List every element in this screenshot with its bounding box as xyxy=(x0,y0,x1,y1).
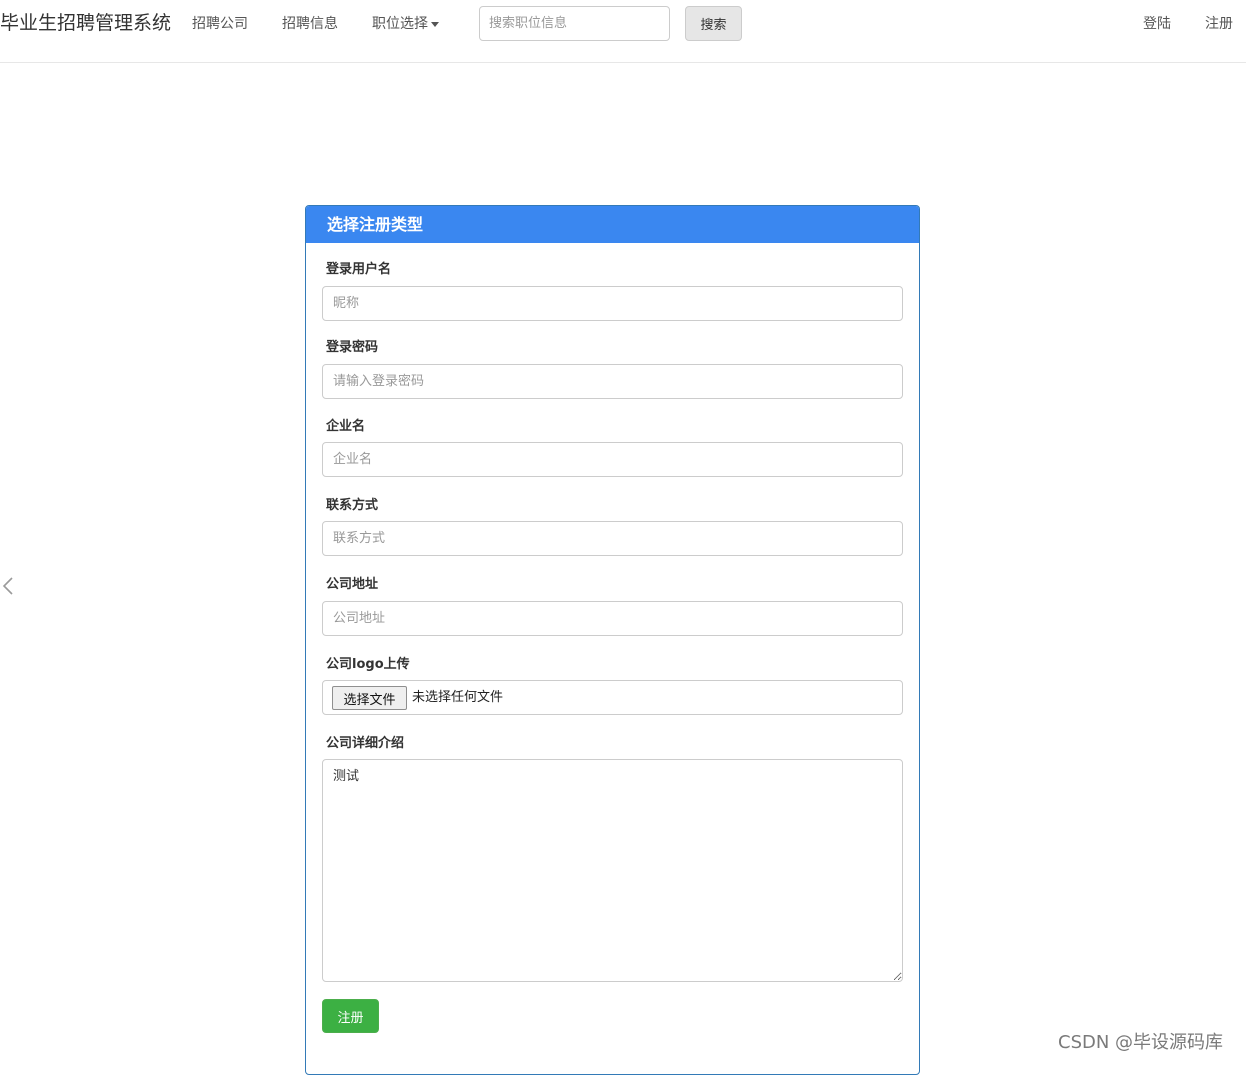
register-link[interactable]: 注册 xyxy=(1205,14,1233,34)
password-input[interactable] xyxy=(322,364,903,399)
logo-file-input[interactable]: 选择文件 未选择任何文件 xyxy=(322,680,903,715)
chevron-left-icon[interactable] xyxy=(2,577,13,595)
login-link[interactable]: 登陆 xyxy=(1143,14,1171,34)
contact-input[interactable] xyxy=(322,521,903,556)
brand-title[interactable]: 毕业生招聘管理系统 xyxy=(0,10,171,36)
nav-link-recruiting-info[interactable]: 招聘信息 xyxy=(282,14,338,34)
search-input[interactable] xyxy=(479,6,670,41)
company-name-input[interactable] xyxy=(322,442,903,477)
nav-dropdown-label: 职位选择 xyxy=(372,16,428,32)
company-name-label: 企业名 xyxy=(326,419,366,434)
nav-dropdown-position-select[interactable]: 职位选择 xyxy=(372,14,439,34)
contact-label: 联系方式 xyxy=(326,498,379,513)
choose-file-button[interactable]: 选择文件 xyxy=(332,686,407,710)
nav-link-recruiting-companies[interactable]: 招聘公司 xyxy=(192,14,248,34)
registration-panel: 选择注册类型 登录用户名 登录密码 企业名 联系方式 公司地址 公司logo上传… xyxy=(305,205,920,1075)
file-status-text: 未选择任何文件 xyxy=(412,690,504,705)
username-input[interactable] xyxy=(322,286,903,321)
address-label: 公司地址 xyxy=(326,577,379,592)
panel-title: 选择注册类型 xyxy=(327,215,424,234)
caret-down-icon xyxy=(431,21,439,27)
search-button[interactable]: 搜索 xyxy=(685,6,742,41)
watermark: CSDN @毕设源码库 xyxy=(1058,1032,1224,1053)
password-label: 登录密码 xyxy=(326,340,379,355)
company-detail-textarea[interactable]: 测试 xyxy=(322,759,903,982)
username-label: 登录用户名 xyxy=(326,262,392,277)
address-input[interactable] xyxy=(322,601,903,636)
register-submit-button[interactable]: 注册 xyxy=(322,999,379,1033)
panel-heading: 选择注册类型 xyxy=(306,206,919,243)
top-navbar: 毕业生招聘管理系统 招聘公司 招聘信息 职位选择 搜索 登陆 注册 xyxy=(0,0,1246,63)
company-detail-label: 公司详细介绍 xyxy=(326,736,405,751)
logo-upload-label: 公司logo上传 xyxy=(326,657,410,672)
